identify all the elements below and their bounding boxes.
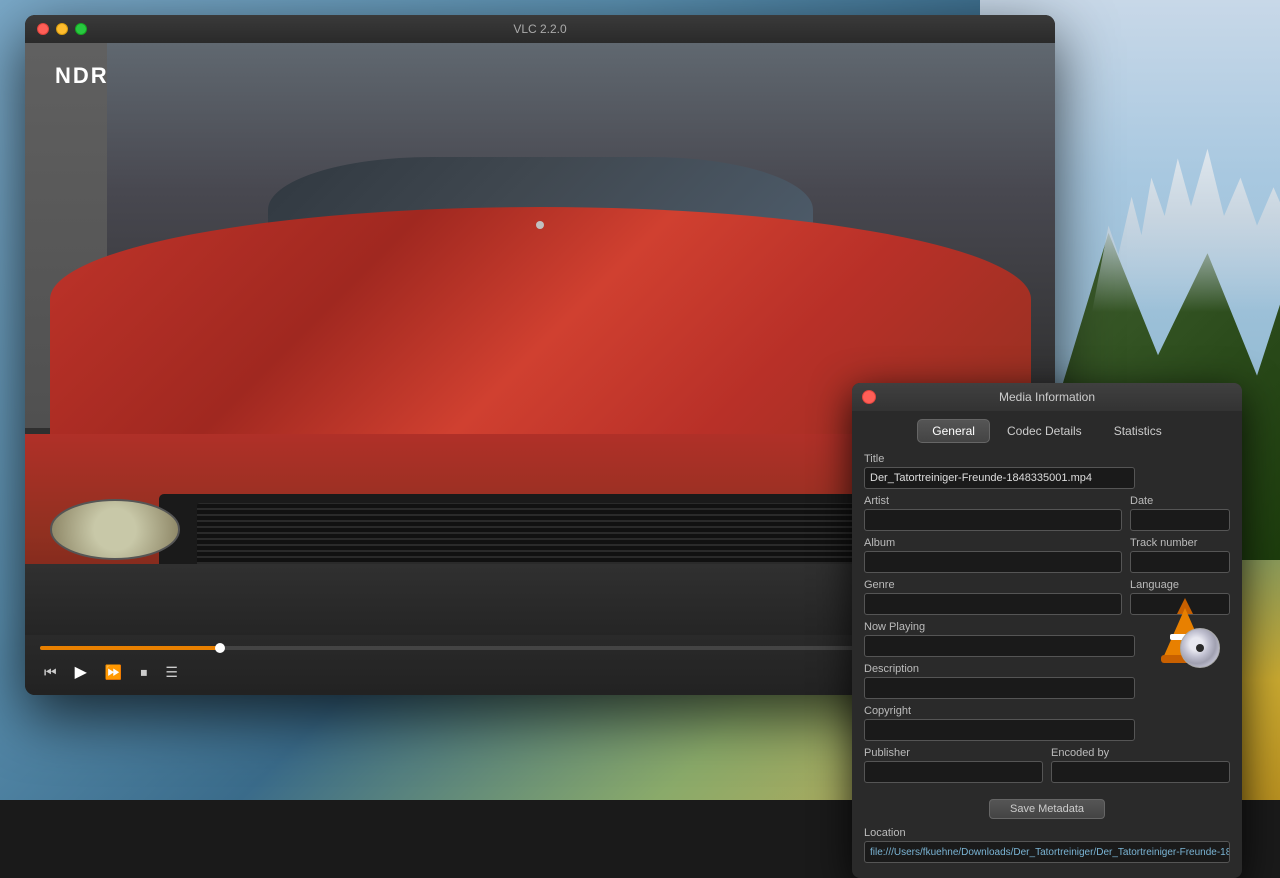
location-input[interactable]: file:///Users/fkuehne/Downloads/Der_Tato… bbox=[864, 841, 1230, 863]
save-metadata-wrapper: Save Metadata bbox=[852, 799, 1242, 827]
artist-date-row: Artist Date bbox=[864, 495, 1230, 537]
location-field-wrapper: Location file:///Users/fkuehne/Downloads… bbox=[852, 827, 1242, 868]
dialog-titlebar: Media Information bbox=[852, 383, 1242, 411]
now-playing-input[interactable] bbox=[864, 635, 1135, 657]
album-track-row: Album Track number bbox=[864, 537, 1230, 579]
track-number-field-group: Track number bbox=[1130, 537, 1230, 573]
encoded-by-field-group: Encoded by bbox=[1051, 747, 1230, 783]
progress-dot bbox=[215, 643, 225, 653]
track-number-label: Track number bbox=[1130, 537, 1230, 549]
dialog-content-wrapper: Title Artist Date Album bbox=[852, 448, 1242, 794]
publisher-field-group: Publisher bbox=[864, 747, 1043, 783]
artist-label: Artist bbox=[864, 495, 1122, 507]
hood-ornament bbox=[536, 221, 544, 229]
vlc-icon-area bbox=[1140, 588, 1230, 678]
play-button[interactable]: ▶ bbox=[71, 660, 91, 684]
tab-codec-details[interactable]: Codec Details bbox=[992, 419, 1097, 443]
dialog-title: Media Information bbox=[999, 390, 1095, 404]
progress-fill bbox=[40, 646, 220, 650]
publisher-label: Publisher bbox=[864, 747, 1043, 759]
dialog-close-button[interactable] bbox=[862, 390, 876, 404]
genre-label: Genre bbox=[864, 579, 1122, 591]
ndr-logo: NDR bbox=[55, 63, 109, 89]
vlc-window-title: VLC 2.2.0 bbox=[513, 22, 566, 36]
genre-field-group: Genre bbox=[864, 579, 1122, 615]
date-input[interactable] bbox=[1130, 509, 1230, 531]
rewind-button[interactable]: ⏮ bbox=[40, 662, 61, 683]
title-label: Title bbox=[864, 453, 1230, 465]
window-controls bbox=[37, 23, 87, 35]
save-metadata-button[interactable]: Save Metadata bbox=[989, 799, 1105, 819]
title-field-group: Title bbox=[864, 453, 1230, 489]
tab-general[interactable]: General bbox=[917, 419, 990, 443]
media-info-dialog: Media Information General Codec Details … bbox=[852, 383, 1242, 878]
description-input[interactable] bbox=[864, 677, 1135, 699]
next-button[interactable]: ⏩ bbox=[101, 662, 126, 683]
copyright-label: Copyright bbox=[864, 705, 1230, 717]
title-input[interactable] bbox=[864, 467, 1135, 489]
tab-statistics[interactable]: Statistics bbox=[1099, 419, 1177, 443]
location-label: Location bbox=[864, 827, 1230, 839]
minimize-button[interactable] bbox=[56, 23, 68, 35]
maximize-button[interactable] bbox=[75, 23, 87, 35]
album-field-group: Album bbox=[864, 537, 1122, 573]
disc-icon bbox=[1180, 628, 1220, 668]
headlight-left bbox=[50, 499, 181, 559]
date-label: Date bbox=[1130, 495, 1230, 507]
publisher-input[interactable] bbox=[864, 761, 1043, 783]
artist-field-group: Artist bbox=[864, 495, 1122, 531]
album-label: Album bbox=[864, 537, 1122, 549]
vlc-cone-icon bbox=[1150, 598, 1220, 668]
album-input[interactable] bbox=[864, 551, 1122, 573]
dialog-tabs: General Codec Details Statistics bbox=[852, 411, 1242, 448]
playlist-button[interactable]: ☰ bbox=[161, 662, 182, 683]
disc-hole bbox=[1196, 644, 1204, 652]
encoded-by-label: Encoded by bbox=[1051, 747, 1230, 759]
vlc-titlebar: VLC 2.2.0 bbox=[25, 15, 1055, 43]
track-number-input[interactable] bbox=[1130, 551, 1230, 573]
copyright-input[interactable] bbox=[864, 719, 1135, 741]
publisher-encoded-row: Publisher Encoded by bbox=[864, 747, 1230, 789]
close-button[interactable] bbox=[37, 23, 49, 35]
artist-input[interactable] bbox=[864, 509, 1122, 531]
genre-input[interactable] bbox=[864, 593, 1122, 615]
encoded-by-input[interactable] bbox=[1051, 761, 1230, 783]
copyright-field-group: Copyright bbox=[864, 705, 1230, 741]
stop-button[interactable]: ⏹ bbox=[136, 662, 151, 683]
date-field-group: Date bbox=[1130, 495, 1230, 531]
